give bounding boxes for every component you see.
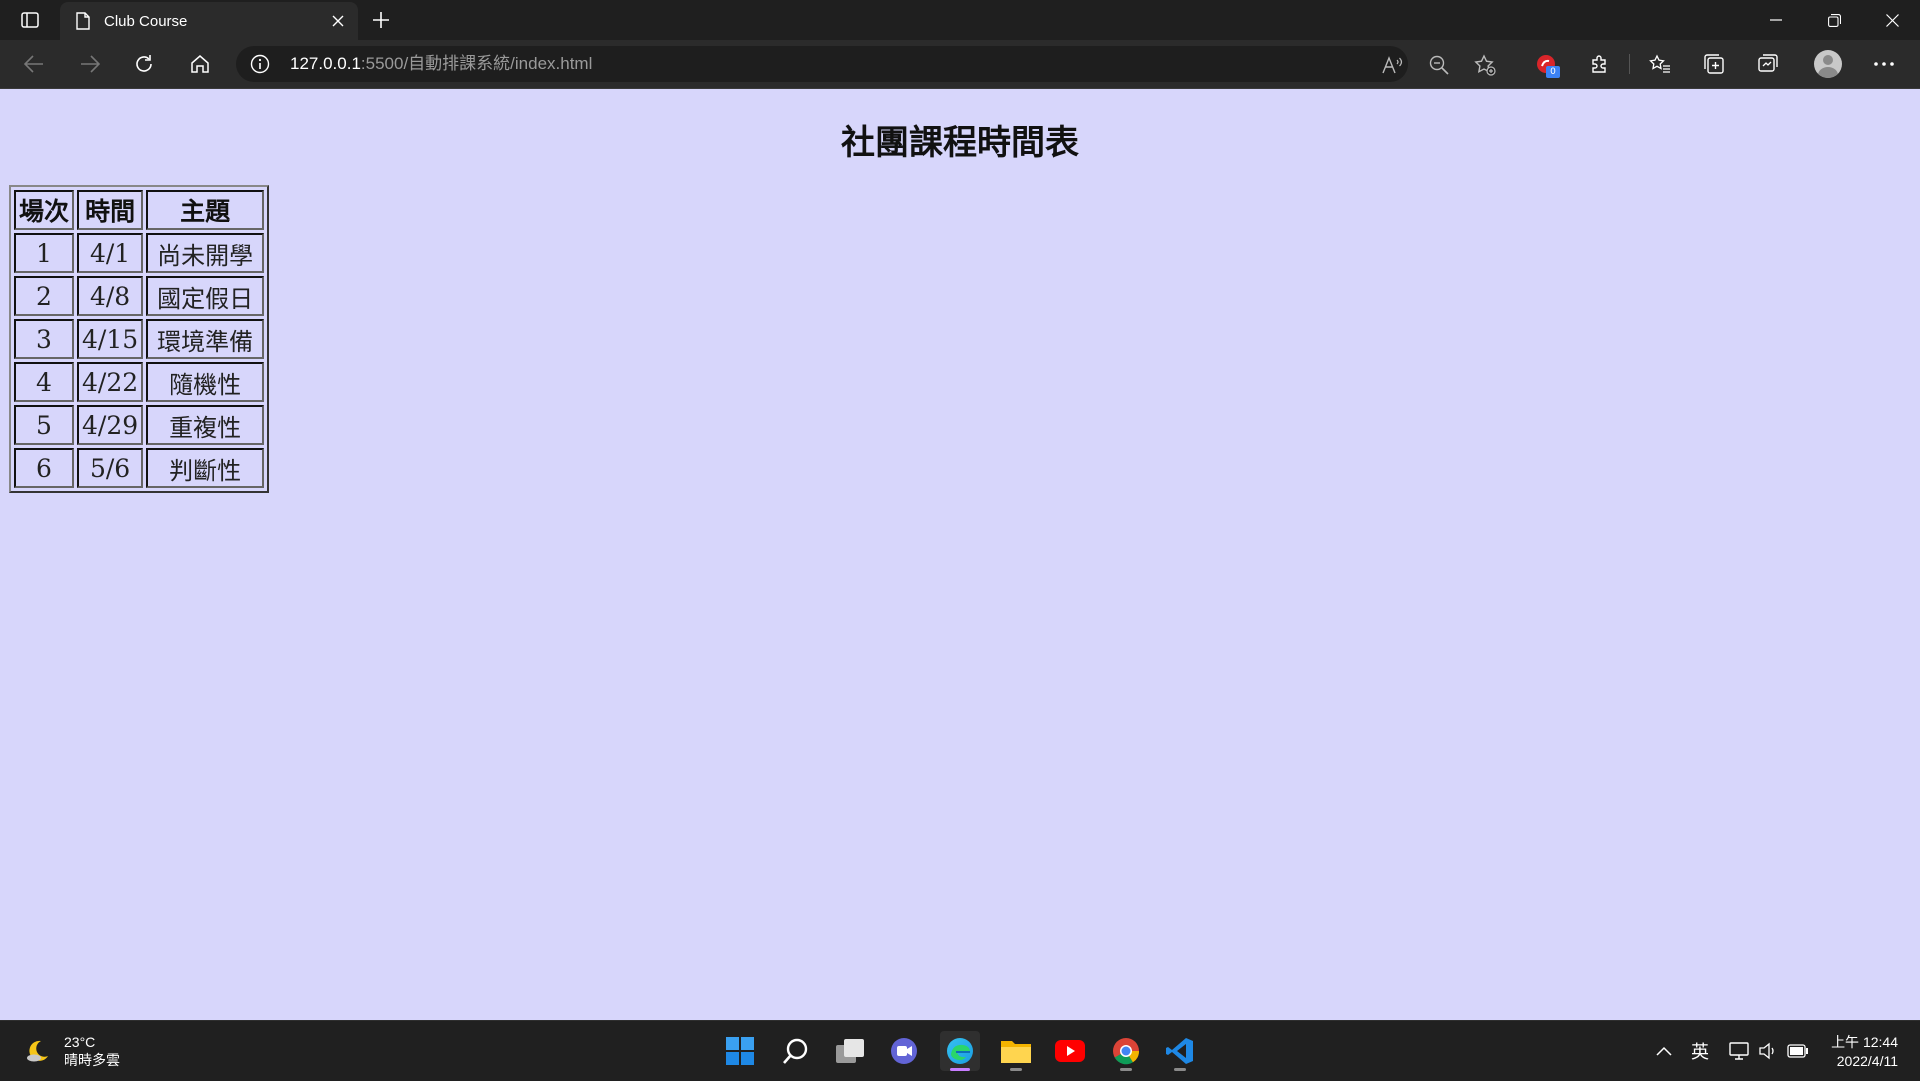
table-row: 2 4/8 國定假日	[14, 276, 265, 316]
url-text[interactable]: 127.0.0.1:5500/自動排課系統/index.html	[290, 54, 592, 74]
browser-tab-bar: Club Course	[0, 0, 1920, 40]
url-host: 127.0.0.1	[290, 54, 361, 73]
cell-date: 4/8	[77, 276, 144, 316]
table-row: 4 4/22 隨機性	[14, 362, 265, 402]
back-arrow-icon[interactable]	[16, 46, 52, 82]
tab-title: Club Course	[104, 12, 188, 30]
performance-icon[interactable]	[1750, 46, 1786, 82]
cell-topic: 尚未開學	[146, 233, 265, 273]
page-icon	[74, 11, 92, 31]
web-page-content: 社團課程時間表 場次 時間 主題 1 4/1 尚未開學 2 4/8 國定假日 3…	[0, 89, 1920, 1020]
tab-close-icon[interactable]	[324, 7, 352, 35]
url-path: :5500/自動排課系統/index.html	[360, 54, 593, 73]
table-header-row: 場次 時間 主題	[14, 190, 265, 230]
cell-date: 4/29	[77, 405, 144, 445]
minimize-icon[interactable]	[1748, 0, 1804, 40]
show-hidden-icons-chevron-icon[interactable]	[1652, 1039, 1676, 1063]
cell-date: 5/6	[77, 448, 144, 488]
favorites-icon[interactable]	[1642, 46, 1678, 82]
add-favorite-icon[interactable]	[1474, 54, 1496, 76]
weather-description: 晴時多雲	[64, 1052, 120, 1068]
chrome-icon[interactable]	[1106, 1031, 1146, 1071]
task-view-icon[interactable]	[830, 1031, 870, 1071]
network-icon[interactable]	[1728, 1039, 1752, 1063]
cell-date: 4/15	[77, 319, 144, 359]
cell-topic: 環境準備	[146, 319, 265, 359]
toolbar-divider	[1629, 54, 1630, 74]
browser-toolbar: 127.0.0.1:5500/自動排課系統/index.html 0	[0, 40, 1920, 89]
battery-icon[interactable]	[1786, 1039, 1810, 1063]
address-bar[interactable]: 127.0.0.1:5500/自動排課系統/index.html	[236, 46, 1496, 82]
home-icon[interactable]	[182, 46, 218, 82]
edge-browser-icon[interactable]	[940, 1031, 980, 1071]
extension-red-icon[interactable]: 0	[1528, 46, 1564, 82]
file-explorer-icon[interactable]	[996, 1031, 1036, 1071]
cell-topic: 判斷性	[146, 448, 265, 488]
youtube-icon[interactable]	[1050, 1031, 1090, 1071]
weather-widget[interactable]: 23°C 晴時多雲	[24, 1033, 120, 1069]
extensions-puzzle-icon[interactable]	[1582, 46, 1618, 82]
cell-session: 5	[14, 405, 74, 445]
cell-date: 4/22	[77, 362, 144, 402]
header-time: 時間	[77, 190, 144, 230]
cell-session: 2	[14, 276, 74, 316]
vscode-icon[interactable]	[1160, 1031, 1200, 1071]
new-tab-button[interactable]	[366, 6, 396, 34]
site-info-icon[interactable]	[250, 54, 270, 74]
profile-avatar-icon[interactable]	[1810, 46, 1846, 82]
table-row: 3 4/15 環境準備	[14, 319, 265, 359]
cell-topic: 重複性	[146, 405, 265, 445]
table-row: 5 4/29 重複性	[14, 405, 265, 445]
tab-actions-icon[interactable]	[14, 8, 46, 32]
volume-icon[interactable]	[1756, 1039, 1780, 1063]
weather-temperature: 23°C	[64, 1034, 96, 1050]
restore-icon[interactable]	[1806, 0, 1862, 40]
cell-topic: 國定假日	[146, 276, 265, 316]
page-title: 社團課程時間表	[841, 123, 1079, 163]
windows-taskbar: 23°C 晴時多雲 英 上午 12:44 2022/4/11	[0, 1020, 1920, 1081]
input-language-indicator[interactable]: 英	[1688, 1039, 1712, 1063]
header-topic: 主題	[146, 190, 265, 230]
extension-badge: 0	[1546, 66, 1560, 78]
close-window-icon[interactable]	[1864, 0, 1920, 40]
cell-session: 1	[14, 233, 74, 273]
header-session: 場次	[14, 190, 74, 230]
read-aloud-icon[interactable]	[1382, 54, 1404, 76]
table-row: 6 5/6 判斷性	[14, 448, 265, 488]
moon-cloud-icon	[24, 1037, 52, 1065]
start-menu-icon[interactable]	[720, 1031, 760, 1071]
schedule-table: 場次 時間 主題 1 4/1 尚未開學 2 4/8 國定假日 3 4/15 環境…	[9, 185, 270, 493]
forward-arrow-icon[interactable]	[72, 46, 108, 82]
more-menu-icon[interactable]	[1866, 46, 1902, 82]
table-row: 1 4/1 尚未開學	[14, 233, 265, 273]
clock-date: 2022/4/11	[1836, 1053, 1898, 1069]
zoom-out-icon[interactable]	[1428, 54, 1450, 76]
system-clock[interactable]: 上午 12:44 2022/4/11	[1828, 1033, 1898, 1071]
teams-chat-icon[interactable]	[884, 1031, 924, 1071]
collections-icon[interactable]	[1696, 46, 1732, 82]
cell-date: 4/1	[77, 233, 144, 273]
cell-session: 4	[14, 362, 74, 402]
clock-time: 上午 12:44	[1831, 1034, 1898, 1050]
cell-session: 6	[14, 448, 74, 488]
cell-topic: 隨機性	[146, 362, 265, 402]
cell-session: 3	[14, 319, 74, 359]
search-icon[interactable]	[776, 1031, 816, 1071]
browser-tab-active[interactable]: Club Course	[60, 2, 358, 40]
refresh-icon[interactable]	[126, 46, 162, 82]
